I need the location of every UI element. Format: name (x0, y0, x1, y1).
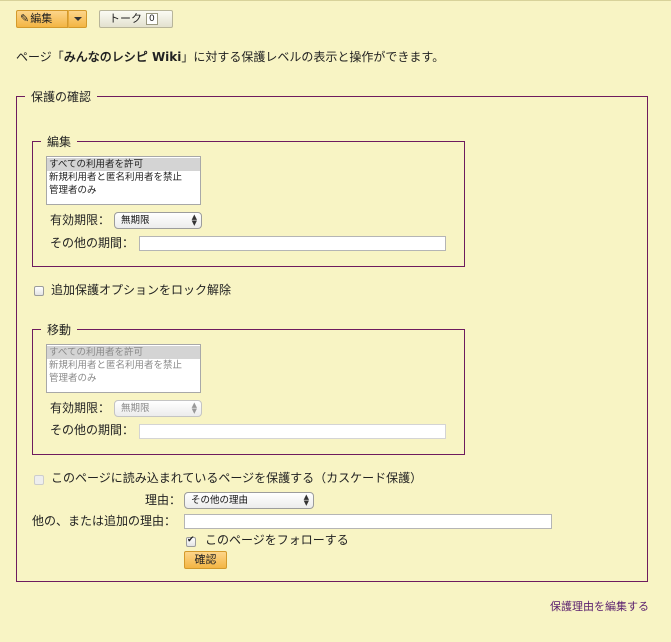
caret-down-icon (74, 17, 82, 21)
other-reason-input[interactable] (184, 514, 552, 529)
move-expiry-select[interactable]: 無期限 ▲ ▼ (114, 400, 202, 417)
move-level-option[interactable]: 管理者のみ (47, 372, 200, 385)
move-expiry-value: 無期限 (121, 403, 150, 414)
intro-page-name: みんなのレシピ Wiki (63, 50, 182, 64)
intro-suffix: 」に対する保護レベルの表示と操作ができます。 (181, 50, 445, 64)
edit-expiry-select[interactable]: 無期限 ▲ ▼ (114, 212, 202, 229)
talk-button-label: トーク (109, 12, 142, 25)
edit-menu-dropdown-button[interactable] (68, 10, 87, 28)
pencil-icon: ✎ (20, 12, 30, 25)
other-reason-label: 他の、または追加の理由： (32, 514, 177, 528)
move-level-listbox[interactable]: すべての利用者を許可 新規利用者と匿名利用者を禁止 管理者のみ (46, 344, 201, 393)
edit-other-expiry-input[interactable] (139, 236, 446, 251)
reason-select[interactable]: その他の理由 ▲ ▼ (184, 492, 314, 509)
edit-protection-legend: 編集 (47, 135, 72, 149)
edit-other-expiry-label: その他の期間： (50, 236, 135, 250)
reason-label: 理由： (145, 493, 182, 507)
unlock-options-label: 追加保護オプションをロック解除 (51, 283, 232, 297)
select-arrows-icon: ▲ ▼ (303, 493, 309, 507)
edit-level-listbox[interactable]: すべての利用者を許可 新規利用者と匿名利用者を禁止 管理者のみ (46, 156, 201, 205)
talk-count-badge: 0 (146, 13, 158, 25)
watch-page-label: このページをフォローする (205, 533, 349, 547)
move-other-expiry-label: その他の期間： (50, 423, 135, 437)
edit-button[interactable]: ✎編集 (16, 10, 68, 28)
unlock-options-checkbox[interactable] (34, 286, 44, 296)
move-expiry-label: 有効期限： (50, 401, 111, 415)
talk-button[interactable]: トーク 0 (99, 10, 173, 28)
edit-button-label: 編集 (30, 12, 53, 25)
move-level-option[interactable]: 新規利用者と匿名利用者を禁止 (47, 359, 200, 372)
reason-value: その他の理由 (191, 495, 249, 506)
confirm-button[interactable]: 確認 (184, 551, 227, 569)
top-border (0, 0, 671, 1)
edit-protection-reasons-link[interactable]: 保護理由を編集する (550, 598, 649, 614)
move-protection-legend: 移動 (47, 323, 72, 337)
cascade-checkbox[interactable] (34, 475, 44, 485)
edit-level-option[interactable]: 新規利用者と匿名利用者を禁止 (47, 171, 200, 184)
cascade-label: このページに読み込まれているページを保護する（カスケード保護） (51, 471, 423, 485)
watch-page-checkbox[interactable] (186, 535, 196, 547)
edit-level-option[interactable]: 管理者のみ (47, 184, 200, 197)
edit-expiry-label: 有効期限： (50, 213, 111, 227)
select-arrows-icon: ▲ ▼ (191, 401, 197, 415)
select-arrows-icon: ▲ ▼ (191, 213, 197, 227)
edit-expiry-value: 無期限 (121, 215, 150, 226)
intro-text: ページ「みんなのレシピ Wiki」に対する保護レベルの表示と操作ができます。 (16, 49, 444, 65)
move-level-option[interactable]: すべての利用者を許可 (47, 346, 200, 359)
protection-legend: 保護の確認 (31, 90, 92, 104)
move-other-expiry-input[interactable] (139, 424, 446, 439)
edit-level-option[interactable]: すべての利用者を許可 (47, 158, 200, 171)
intro-prefix: ページ「 (16, 50, 64, 64)
